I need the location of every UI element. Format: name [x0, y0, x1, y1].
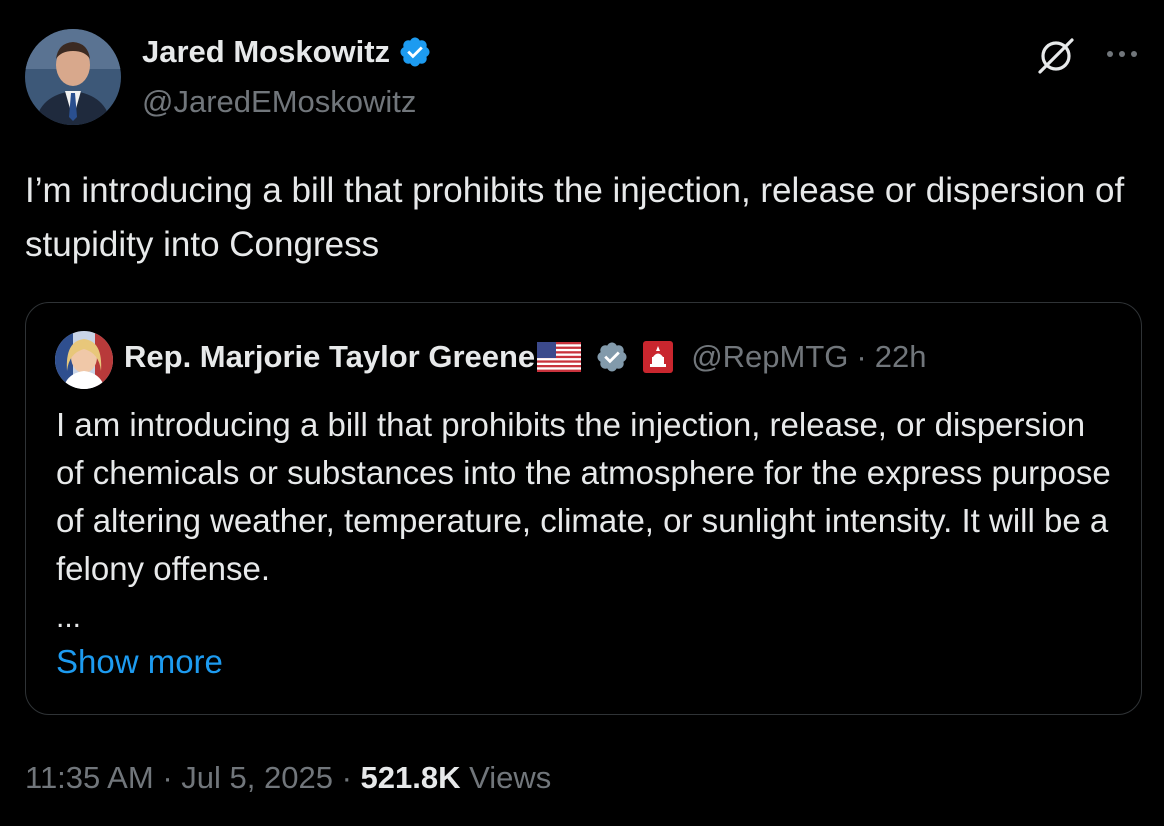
- quoted-header: Rep. Marjorie Taylor Greene @RepMTG · 22…: [124, 339, 926, 375]
- tweet-time[interactable]: 11:35 AM: [25, 760, 154, 795]
- us-flag-icon: [537, 342, 582, 372]
- tweet-text: I’m introducing a bill that prohibits th…: [25, 171, 1125, 264]
- views-count[interactable]: 521.8K: [361, 760, 461, 795]
- quoted-tweet-text: I am introducing a bill that prohibits t…: [56, 406, 1111, 587]
- quoted-ellipsis: ...: [56, 601, 82, 634]
- tweet: Jared Moskowitz @JaredEMoskowitz I’m int…: [0, 0, 1164, 826]
- meta-separator: ·: [341, 760, 352, 795]
- author-handle[interactable]: @JaredEMoskowitz: [142, 84, 416, 120]
- quoted-author-name[interactable]: Rep. Marjorie Taylor Greene: [124, 339, 535, 375]
- quoted-timestamp[interactable]: 22h: [875, 339, 927, 375]
- more-options-icon[interactable]: [1100, 36, 1144, 72]
- author-name[interactable]: Jared Moskowitz: [142, 34, 390, 70]
- tweet-date[interactable]: Jul 5, 2025: [181, 760, 333, 795]
- show-more-link[interactable]: Show more: [56, 643, 223, 681]
- author-avatar[interactable]: [25, 29, 121, 125]
- author-name-row[interactable]: Jared Moskowitz: [142, 34, 432, 70]
- capitol-affiliation-icon[interactable]: [643, 341, 674, 373]
- separator-dot: ·: [856, 339, 867, 374]
- quoted-author-handle[interactable]: @RepMTG: [691, 339, 848, 375]
- quoted-tweet-card[interactable]: Rep. Marjorie Taylor Greene @RepMTG · 22…: [25, 302, 1142, 715]
- government-verified-badge-icon: [597, 342, 627, 372]
- views-label[interactable]: Views: [469, 760, 551, 795]
- tweet-meta: 11:35 AM · Jul 5, 2025 · 521.8K Views: [25, 760, 551, 796]
- grok-icon[interactable]: [1034, 34, 1078, 78]
- meta-separator: ·: [162, 760, 173, 795]
- quoted-author-avatar[interactable]: [55, 331, 113, 389]
- verified-badge-icon: [400, 37, 430, 67]
